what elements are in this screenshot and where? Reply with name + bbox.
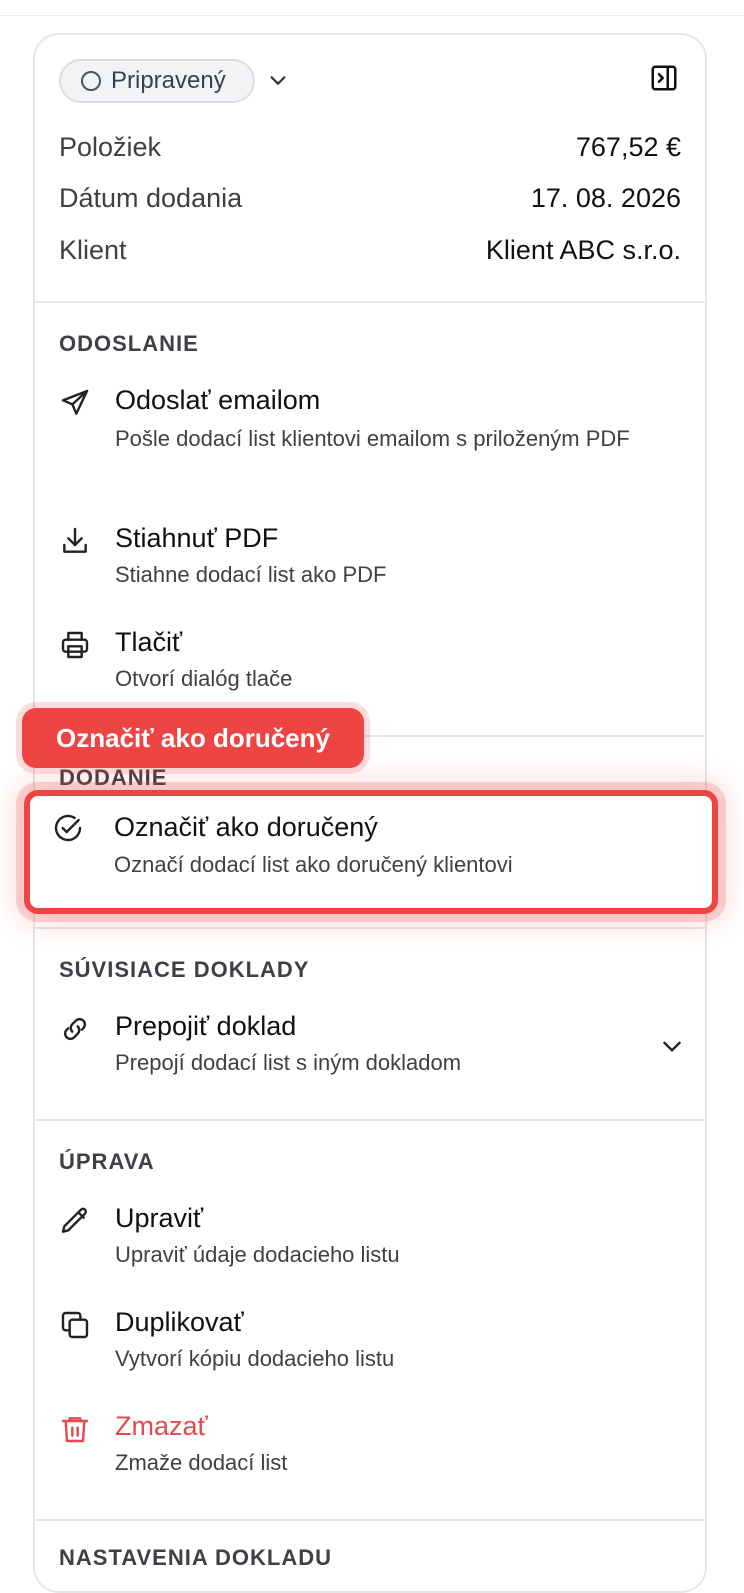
section-title: ÚPRAVA — [59, 1149, 155, 1174]
chevron-down-icon[interactable] — [267, 69, 289, 91]
pencil-icon — [61, 1207, 88, 1233]
status-pill[interactable]: Pripravený — [59, 59, 255, 103]
trash-icon — [61, 1417, 89, 1443]
mark-delivered-action[interactable]: Označiť ako doručený Označí dodací list … — [24, 790, 718, 914]
action-desc: Vytvorí kópiu dodacieho listu — [115, 1346, 395, 1371]
meta-value: Klient ABC s.r.o. — [485, 234, 681, 265]
download-pdf-action[interactable]: Stiahnuť PDF Stiahne dodací list ako PDF — [35, 521, 705, 591]
action-title: Upraviť — [115, 1203, 204, 1233]
send-icon — [61, 389, 89, 415]
highlight-tooltip: Označiť ako doručený — [22, 708, 364, 768]
meta-key: Dátum dodania — [59, 182, 243, 213]
duplicate-action[interactable]: Duplikovať Vytvorí kópiu dodacieho listu — [35, 1305, 705, 1375]
printer-icon — [61, 631, 89, 659]
meta-key: Položiek — [59, 131, 162, 162]
send-email-action[interactable]: Odoslať emailom Pošle dodací list klient… — [35, 383, 705, 483]
status-label: Pripravený — [111, 67, 226, 94]
action-desc: Pošle dodací list klientovi emailom s pr… — [115, 426, 630, 451]
action-title: Duplikovať — [115, 1307, 244, 1337]
edit-action[interactable]: Upraviť Upraviť údaje dodacieho listu — [35, 1201, 705, 1271]
meta-row-delivery-date: Dátum dodania 17. 08. 2026 — [59, 178, 681, 218]
meta-value: 767,52 € — [575, 131, 681, 162]
check-circle-icon — [54, 814, 82, 842]
section-related-documents: SÚVISIACE DOKLADY Prepojiť doklad Prepoj… — [35, 929, 705, 1121]
panel-header: Pripravený Položiek 767,52 € Dátum dodan… — [35, 35, 705, 303]
section-title: DODANIE — [59, 765, 168, 790]
copy-icon — [61, 1311, 89, 1339]
action-title: Zmazať — [115, 1411, 208, 1441]
action-desc: Prepojí dodací list s iným dokladom — [115, 1050, 462, 1075]
action-desc: Označí dodací list ako doručený klientov… — [114, 852, 513, 877]
action-desc: Stiahne dodací list ako PDF — [115, 562, 387, 587]
action-desc: Otvorí dialóg tlače — [115, 666, 293, 691]
top-strip — [0, 0, 744, 16]
meta-key: Klient — [59, 234, 127, 265]
link-document-action[interactable]: Prepojiť doklad Prepojí dodací list s in… — [35, 1009, 705, 1079]
section-title: NASTAVENIA DOKLADU — [59, 1545, 333, 1570]
meta-row-client: Klient Klient ABC s.r.o. — [59, 230, 681, 270]
delete-action[interactable]: Zmazať Zmaže dodací list — [35, 1409, 705, 1479]
meta-value: 17. 08. 2026 — [530, 182, 681, 213]
section-document-settings: NASTAVENIA DOKLADU — [35, 1521, 705, 1581]
action-title: Označiť ako doručený — [114, 812, 378, 842]
section-title: SÚVISIACE DOKLADY — [59, 957, 310, 982]
meta-row-items: Položiek 767,52 € — [59, 127, 681, 167]
action-title: Odoslať emailom — [115, 385, 321, 415]
sidebar-toggle-icon[interactable] — [649, 63, 679, 93]
section-sending: ODOSLANIE Odoslať emailom Pošle dodací l… — [35, 303, 705, 737]
action-desc: Zmaže dodací list — [115, 1450, 288, 1475]
print-action[interactable]: Tlačiť Otvorí dialóg tlače — [35, 625, 705, 695]
section-edit: ÚPRAVA Upraviť Upraviť údaje dodacieho l… — [35, 1121, 705, 1521]
chevron-down-icon[interactable] — [659, 1033, 685, 1059]
action-desc: Upraviť údaje dodacieho listu — [115, 1242, 400, 1267]
link-icon — [63, 1017, 87, 1041]
section-title: ODOSLANIE — [59, 331, 199, 356]
action-title: Tlačiť — [115, 627, 183, 657]
action-title: Stiahnuť PDF — [115, 523, 279, 553]
action-title: Prepojiť doklad — [115, 1011, 297, 1041]
download-icon — [63, 527, 87, 553]
status-circle-icon — [81, 71, 101, 91]
